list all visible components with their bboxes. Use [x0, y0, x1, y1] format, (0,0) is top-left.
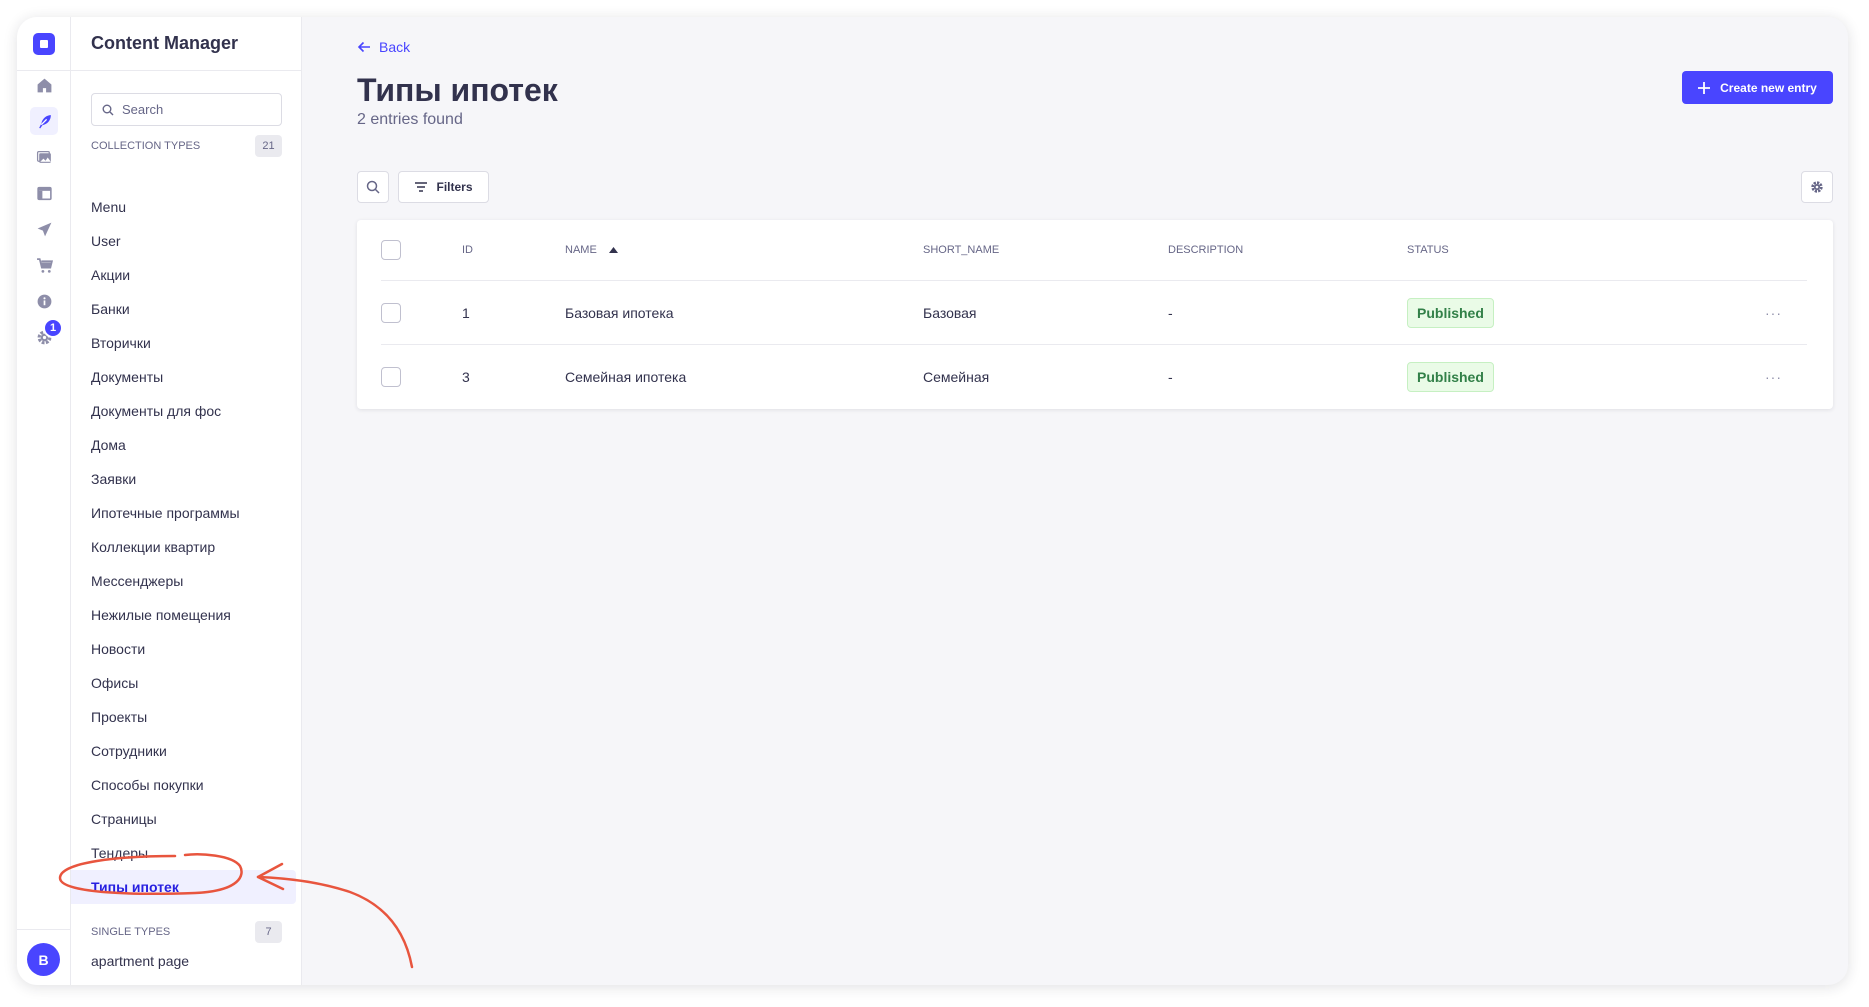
collection-types-count: 21 [255, 135, 282, 157]
sidebar-item-projects[interactable]: Проекты [71, 700, 296, 734]
collection-types-label: COLLECTION TYPES [91, 140, 201, 152]
sidebar-item-banks[interactable]: Банки [71, 292, 296, 326]
gear-icon [1811, 181, 1823, 193]
rail-divider [17, 929, 71, 930]
column-header-status[interactable]: STATUS [1407, 220, 1449, 280]
info-icon[interactable] [30, 287, 58, 315]
row-actions-menu-icon[interactable]: ··· [1765, 345, 1782, 409]
status-badge: Published [1407, 297, 1494, 328]
cell-status: Published [1407, 281, 1494, 344]
sidebar-item-documents-fos[interactable]: Документы для фос [71, 394, 296, 428]
sidebar-item-mortgage-programs[interactable]: Ипотечные программы [71, 496, 296, 530]
single-types-count: 7 [255, 921, 282, 943]
sidebar-item-tenders[interactable]: Тендеры [71, 836, 296, 870]
strapi-logo-icon[interactable] [33, 33, 55, 55]
cell-name: Семейная ипотека [565, 369, 687, 385]
content-manager-sidebar: Content Manager COLLECTION TYPES 21 Menu… [71, 17, 302, 985]
table-header-row: ID NAME SHORT_NAME DESCRIPTION STATUS [381, 220, 1807, 281]
app-window: 1 B Content Manager COLLECTION TYPES 21 … [17, 17, 1848, 985]
cell-id: 3 [462, 369, 470, 385]
sidebar-item-promotions[interactable]: Акции [71, 258, 296, 292]
row-select-cell [381, 281, 401, 344]
send-icon[interactable] [30, 215, 58, 243]
back-link[interactable]: Back [357, 39, 410, 55]
cell-description: - [1168, 369, 1173, 385]
sidebar-item-resale[interactable]: Вторички [71, 326, 296, 360]
cell-name: Базовая ипотека [565, 304, 674, 321]
column-header-description[interactable]: DESCRIPTION [1168, 220, 1243, 280]
sidebar-item-commercial-premises[interactable]: Нежилые помещения [71, 598, 296, 632]
search-button[interactable] [357, 171, 389, 203]
main-content: Back Типы ипотек 2 entries found Create … [302, 17, 1848, 985]
select-all-checkbox[interactable] [381, 240, 401, 260]
sort-ascending-icon[interactable] [608, 247, 618, 253]
search-icon [102, 104, 114, 115]
sidebar-title: Content Manager [91, 33, 239, 53]
feather-icon[interactable] [30, 107, 58, 135]
create-new-entry-label: Create new entry [1720, 80, 1817, 95]
settings-notification-badge: 1 [43, 318, 63, 338]
home-icon[interactable] [30, 71, 58, 99]
user-avatar[interactable]: B [27, 943, 60, 976]
cell-description: - [1168, 304, 1173, 321]
sidebar-search-input[interactable] [122, 102, 272, 117]
table-row[interactable]: 1 Базовая ипотека Базовая - Published ··… [381, 281, 1807, 345]
table-settings-button[interactable] [1801, 171, 1833, 203]
sidebar-item-user[interactable]: User [71, 224, 296, 258]
sidebar-item-messengers[interactable]: Мессенджеры [71, 564, 296, 598]
cell-short-name: Базовая [923, 304, 977, 321]
plus-icon [1698, 81, 1711, 94]
search-icon [366, 180, 380, 194]
sidebar-item-apartment-collections[interactable]: Коллекции квартир [71, 530, 296, 564]
arrow-left-icon [357, 41, 370, 53]
row-checkbox[interactable] [381, 367, 401, 387]
collection-types-list: Menu User Акции Банки Вторички Документы… [71, 190, 302, 904]
column-header-name[interactable]: NAME [565, 220, 618, 280]
back-label: Back [379, 39, 411, 55]
cell-short-name: Семейная [923, 369, 990, 385]
sidebar-item-employees[interactable]: Сотрудники [71, 734, 296, 768]
page-title: Типы ипотек [357, 72, 558, 108]
sidebar-item-pages[interactable]: Страницы [71, 802, 296, 836]
sidebar-item-mortgage-types[interactable]: Типы ипотек [71, 870, 296, 904]
collection-types-header[interactable]: COLLECTION TYPES 21 [91, 135, 282, 157]
status-badge: Published [1407, 362, 1494, 392]
main-nav-rail: 1 B [17, 17, 71, 985]
column-header-id[interactable]: ID [462, 220, 473, 280]
create-new-entry-button[interactable]: Create new entry [1682, 71, 1833, 104]
cell-status: Published [1407, 345, 1494, 409]
sidebar-item-offices[interactable]: Офисы [71, 666, 296, 700]
entries-table: ID NAME SHORT_NAME DESCRIPTION STATUS 1 … [357, 220, 1833, 409]
layout-icon[interactable] [30, 179, 58, 207]
cart-icon[interactable] [30, 251, 58, 279]
sidebar-search[interactable] [91, 93, 282, 126]
single-types-label: SINGLE TYPES [91, 926, 171, 938]
sidebar-item-purchase-methods[interactable]: Способы покупки [71, 768, 296, 802]
filters-button[interactable]: Filters [398, 171, 489, 203]
column-header-short-name[interactable]: SHORT_NAME [923, 220, 999, 280]
sidebar-item-requests[interactable]: Заявки [71, 462, 296, 496]
sidebar-item-houses[interactable]: Дома [71, 428, 296, 462]
filters-label: Filters [436, 180, 473, 194]
column-header-name-label: NAME [565, 244, 597, 256]
sidebar-item-documents[interactable]: Документы [71, 360, 296, 394]
entries-count: 2 entries found [357, 111, 463, 128]
row-select-cell [381, 345, 401, 409]
sidebar-item-menu[interactable]: Menu [71, 190, 296, 224]
media-library-icon[interactable] [30, 143, 58, 171]
row-actions-menu-icon[interactable]: ··· [1765, 281, 1782, 344]
sidebar-item-news[interactable]: Новости [71, 632, 296, 666]
table-row[interactable]: 3 Семейная ипотека Семейная - Published … [381, 345, 1807, 409]
row-checkbox[interactable] [381, 302, 401, 323]
cell-id: 1 [462, 304, 470, 321]
sidebar-item-apartment-page[interactable]: apartment page [91, 953, 189, 969]
single-types-header[interactable]: SINGLE TYPES 7 [91, 921, 282, 943]
select-all-cell [381, 220, 401, 280]
sidebar-divider [71, 70, 302, 71]
filter-icon [415, 182, 428, 192]
